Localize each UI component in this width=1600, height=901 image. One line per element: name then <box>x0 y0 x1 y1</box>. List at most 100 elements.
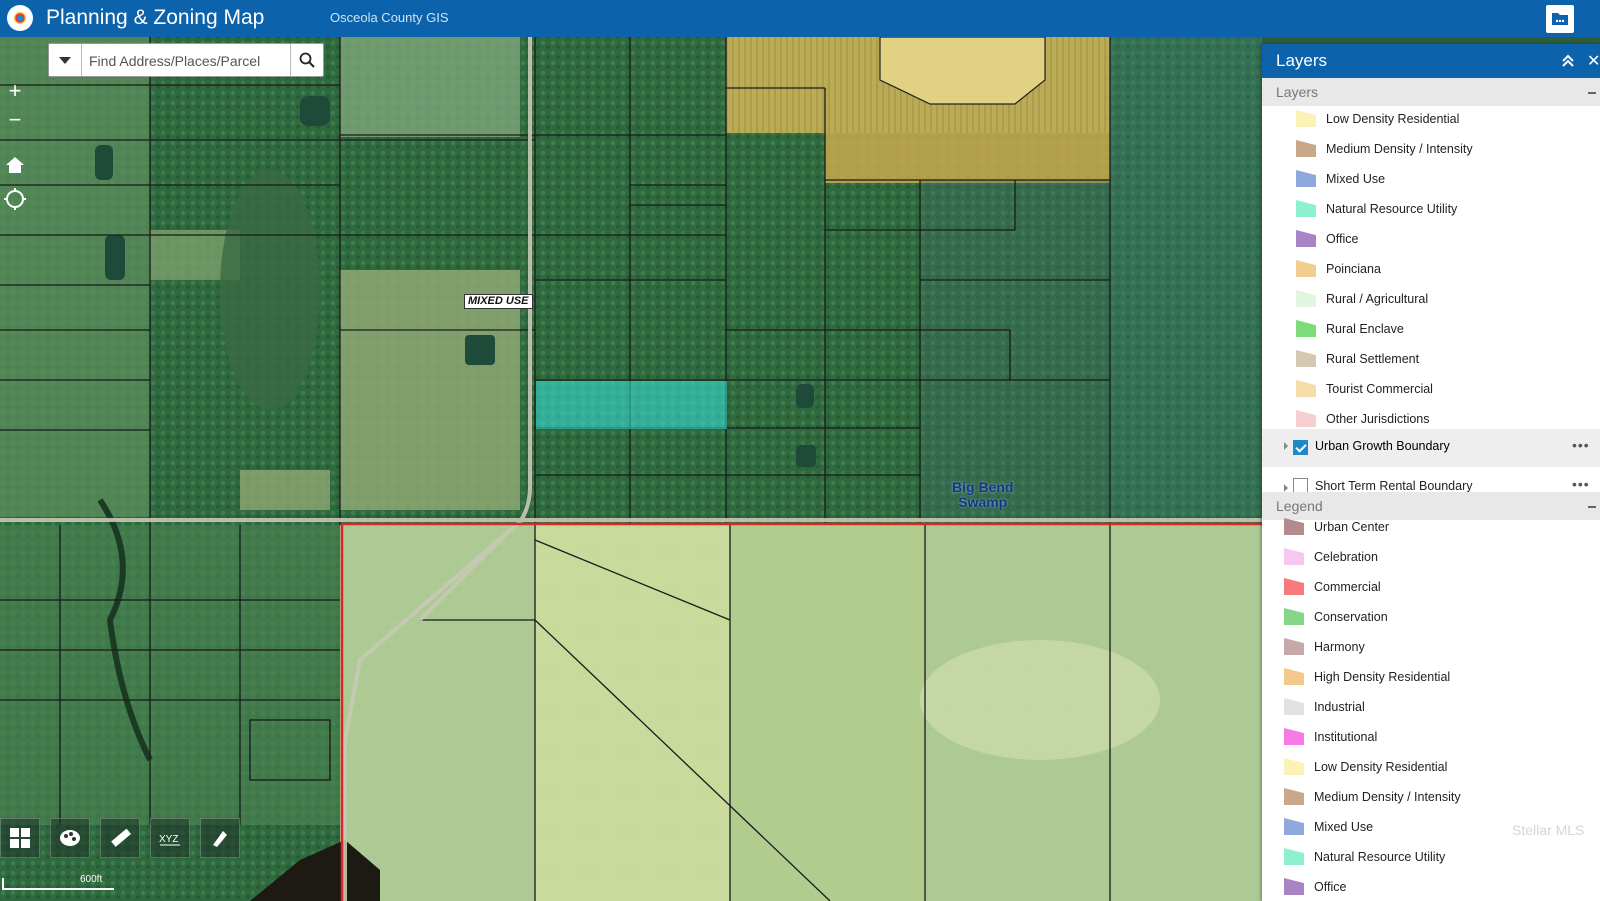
legend-item: Low Density Residential <box>1284 754 1600 782</box>
collapse-chevron-icon[interactable] <box>1560 53 1576 69</box>
layer-item: Natural Resource Utility <box>1296 196 1600 224</box>
layer-item: Medium Density / Intensity <box>1296 136 1600 164</box>
layer-item-label: Other Jurisdictions <box>1326 412 1430 426</box>
scale-label: 600ft <box>80 874 103 885</box>
palette-icon[interactable] <box>50 818 90 858</box>
color-swatch <box>1296 230 1316 247</box>
color-swatch <box>1296 350 1316 367</box>
color-swatch <box>1284 878 1304 895</box>
layer-item-label: Rural Settlement <box>1326 352 1420 366</box>
home-icon[interactable] <box>3 153 27 177</box>
urban-growth-boundary-row[interactable]: Urban Growth Boundary Stellar MLS ••• <box>1262 429 1600 838</box>
legend-item: Commercial <box>1284 574 1600 602</box>
layer-item-label: Rural Enclave <box>1326 322 1404 336</box>
layers-panel-header: Layers ✕ <box>1262 44 1600 78</box>
layers-section-header[interactable]: Layers <box>1262 78 1600 106</box>
color-swatch <box>1296 170 1316 187</box>
layer-item-label: Mixed Use <box>1326 172 1386 186</box>
color-swatch <box>1296 410 1316 427</box>
expand-caret-icon[interactable] <box>1284 442 1288 450</box>
layer-item-label: Rural / Agricultural <box>1326 292 1429 306</box>
minus-icon[interactable] <box>1588 92 1596 94</box>
layer-item-label: Poinciana <box>1326 262 1381 276</box>
print-draw-icon[interactable] <box>200 818 240 858</box>
color-swatch <box>1284 548 1304 565</box>
legend-item: Office <box>1284 874 1600 901</box>
legend-item: High Density Residential <box>1284 664 1600 692</box>
zoom-in-button[interactable]: + <box>4 80 26 102</box>
legend-item-label: Urban Center <box>1314 520 1390 534</box>
layer-item-label: Tourist Commercial <box>1326 382 1433 396</box>
layer-item: Office <box>1296 226 1600 254</box>
color-swatch <box>1284 758 1304 775</box>
layer-item: Tourist Commercial <box>1296 376 1600 404</box>
search-button[interactable] <box>290 44 324 76</box>
short-term-checkbox[interactable] <box>1293 478 1308 493</box>
color-swatch <box>1284 668 1304 685</box>
search-bar <box>48 43 324 77</box>
layer-item: Rural / Agricultural <box>1296 286 1600 314</box>
color-swatch <box>1284 608 1304 625</box>
legend-item: Institutional <box>1284 724 1600 752</box>
legend-item-label: Industrial <box>1314 700 1365 714</box>
legend-item-label: Mixed Use <box>1314 820 1374 834</box>
color-swatch <box>1284 578 1304 595</box>
legend-item-label: Commercial <box>1314 580 1381 594</box>
search-input[interactable] <box>87 48 287 74</box>
layers-section-label: Layers <box>1276 84 1319 100</box>
map-canvas[interactable] <box>0 37 1262 901</box>
svg-text:XYZ: XYZ <box>159 834 178 845</box>
more-options-icon[interactable]: ••• <box>1572 476 1590 492</box>
color-swatch <box>1296 290 1316 307</box>
layer-item-label: Office <box>1326 232 1359 246</box>
search-source-dropdown[interactable] <box>49 44 82 76</box>
folder-icon[interactable] <box>1546 5 1574 33</box>
legend-item-label: Institutional <box>1314 730 1378 744</box>
color-swatch <box>1296 200 1316 217</box>
urban-growth-checkbox[interactable] <box>1293 440 1308 455</box>
minus-icon[interactable] <box>1588 506 1596 508</box>
expand-caret-icon[interactable] <box>1284 484 1288 492</box>
close-icon[interactable]: ✕ <box>1587 51 1600 71</box>
legend-item-label: Conservation <box>1314 610 1388 624</box>
legend-item: Natural Resource Utility <box>1284 844 1600 872</box>
color-swatch <box>1296 110 1316 127</box>
app-header: Planning & Zoning Map Osceola County GIS <box>0 0 1600 37</box>
color-swatch <box>1284 698 1304 715</box>
legend-item: Industrial <box>1284 694 1600 722</box>
legend-item-label: Harmony <box>1314 640 1365 654</box>
map-view[interactable]: MIXED USE Big Bend Swamp + − XYZ <box>0 37 1262 901</box>
app-logo-icon <box>7 5 33 31</box>
zoom-out-button[interactable]: − <box>4 109 26 131</box>
locate-icon[interactable] <box>3 187 27 211</box>
color-swatch <box>1284 848 1304 865</box>
color-swatch <box>1296 140 1316 157</box>
legend-item: Harmony <box>1284 634 1600 662</box>
layers-panel-title: Layers <box>1276 51 1328 70</box>
urban-growth-label: Urban Growth Boundary <box>1315 439 1450 453</box>
layer-item-label: Medium Density / Intensity <box>1326 142 1473 156</box>
color-swatch <box>1296 260 1316 277</box>
legend-item-label: Celebration <box>1314 550 1378 564</box>
scale-bar: 600ft <box>2 874 114 890</box>
color-swatch <box>1296 380 1316 397</box>
legend-item-label: Natural Resource Utility <box>1314 850 1446 864</box>
more-options-icon[interactable]: ••• <box>1572 437 1590 453</box>
color-swatch <box>1284 638 1304 655</box>
measure-ruler-icon[interactable] <box>100 818 140 858</box>
layer-item: Rural Settlement <box>1296 346 1600 374</box>
mixed-use-map-label: MIXED USE <box>464 294 533 309</box>
short-term-label: Short Term Rental Boundary <box>1315 479 1473 493</box>
layer-item-label: Low Density Residential <box>1326 112 1460 126</box>
legend-item-label: Low Density Residential <box>1314 760 1448 774</box>
legend-item-label: Medium Density / Intensity <box>1314 790 1461 804</box>
layer-item: Poinciana <box>1296 256 1600 284</box>
legend-item: Urban Center <box>1284 514 1600 542</box>
layer-item: Mixed Use <box>1296 166 1600 194</box>
basemap-grid-icon[interactable] <box>0 818 40 858</box>
legend-item-label: High Density Residential <box>1314 670 1451 684</box>
app-subtitle[interactable]: Osceola County GIS <box>330 10 449 25</box>
xyz-coordinates-icon[interactable]: XYZ <box>150 818 190 858</box>
big-bend-swamp-label: Big Bend Swamp <box>952 480 1013 510</box>
legend-item: Mixed Use <box>1284 814 1600 842</box>
